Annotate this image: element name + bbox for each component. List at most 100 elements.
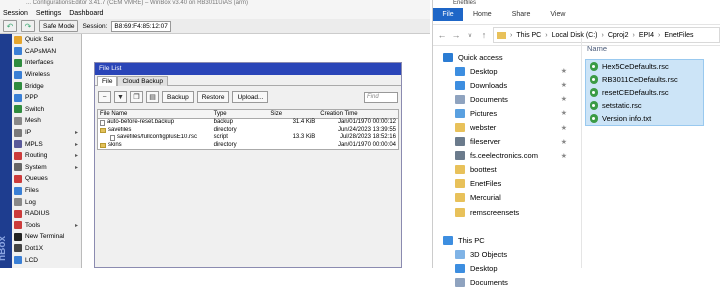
upload-button[interactable]: Upload... bbox=[232, 91, 269, 103]
cell-file-name: savefiles/fullconfigplusE10.rsc bbox=[98, 134, 212, 142]
nav-item-desktop[interactable]: Desktop ★ bbox=[433, 64, 573, 78]
cell-type: directory bbox=[213, 141, 237, 148]
chevron-down-icon[interactable]: ∨ bbox=[465, 32, 475, 39]
file-item[interactable]: Hex5CeDefaults.rsc bbox=[586, 60, 703, 73]
side-menu-item-routing[interactable]: Routing ▸ bbox=[12, 150, 81, 162]
table-row[interactable]: auto-before-reset.backup backup 31.4 KiB Ja… bbox=[98, 119, 398, 127]
side-menu-item-mesh[interactable]: Mesh bbox=[12, 115, 81, 127]
nav-item-webster[interactable]: webster ★ bbox=[433, 120, 573, 134]
ribbon-home-tab[interactable]: Home bbox=[463, 11, 502, 18]
nav-item-3d-objects[interactable]: 3D Objects bbox=[433, 247, 573, 261]
cell-creation-time: Jul/28/2023 18:52:16 bbox=[339, 134, 396, 140]
nav-item-enetfiles[interactable]: EnetFiles bbox=[433, 177, 573, 191]
side-menu-label: New Terminal bbox=[25, 233, 65, 241]
filter-icon[interactable]: ▼ bbox=[114, 91, 127, 103]
file-item-name: RB3011CeDefaults.rsc bbox=[602, 75, 678, 84]
cell-creation-time: Jun/24/2023 13:39:55 bbox=[337, 126, 396, 133]
redo-button[interactable]: ↷ bbox=[21, 20, 35, 32]
copy-icon[interactable]: ❐ bbox=[130, 91, 143, 103]
remove-icon[interactable]: − bbox=[98, 91, 111, 103]
col-size[interactable]: Size bbox=[268, 110, 318, 118]
session-field[interactable]: B8:69:F4:85:12:07 bbox=[111, 20, 171, 32]
side-menu-item-dot1x[interactable]: Dot1X bbox=[12, 243, 81, 255]
safe-mode-button[interactable]: Safe Mode bbox=[39, 20, 79, 32]
nav-item-desktop[interactable]: Desktop bbox=[433, 261, 573, 275]
table-row[interactable]: savefiles directory Jun/24/2023 13:39:55 bbox=[98, 127, 398, 135]
find-input[interactable]: Find bbox=[364, 91, 398, 103]
side-menu-item-lcd[interactable]: LCD bbox=[12, 254, 81, 266]
nav-item-boottest[interactable]: boottest bbox=[433, 163, 573, 177]
nav-item-this-pc[interactable]: This PC bbox=[433, 233, 573, 247]
side-menu-item-log[interactable]: Log bbox=[12, 196, 81, 208]
undo-button[interactable]: ↶ bbox=[3, 20, 17, 32]
nav-item-quick-access[interactable]: Quick access bbox=[433, 50, 573, 64]
winbox-menu-bar: Session Settings Dashboard bbox=[0, 7, 430, 19]
file-list: Hex5CeDefaults.rsc RB3011CeDefaults.rsc re… bbox=[585, 59, 704, 126]
tab-file[interactable]: File bbox=[97, 76, 118, 86]
cell-creation-time: Jan/01/1970 00:00:04 bbox=[337, 141, 396, 148]
winbox-toolbar: ↶ ↷ Safe Mode Session: B8:69:F4:85:12:07 bbox=[0, 19, 430, 34]
file-name-text: savefiles/fullconfigplusE10.rsc bbox=[117, 134, 198, 140]
table-row[interactable]: skins directory Jan/01/1970 00:00:04 bbox=[98, 142, 398, 150]
menu-settings[interactable]: Settings bbox=[36, 10, 61, 17]
tab-cloud-backup[interactable]: Cloud Backup bbox=[117, 76, 168, 86]
restore-button[interactable]: Restore bbox=[196, 91, 230, 103]
nav-item-label: This PC bbox=[458, 235, 485, 245]
nav-item-documents[interactable]: Documents ★ bbox=[433, 92, 573, 106]
side-menu-item-bridge[interactable]: Bridge bbox=[12, 80, 81, 92]
breadcrumb-this-pc[interactable]: This PC bbox=[516, 32, 541, 39]
side-menu-item-quick-set[interactable]: Quick Set bbox=[12, 34, 81, 46]
forward-arrow-icon[interactable]: → bbox=[451, 30, 461, 40]
side-menu-item-system[interactable]: System ▸ bbox=[12, 162, 81, 174]
col-file-name[interactable]: File Name bbox=[98, 110, 212, 118]
pin-icon: ★ bbox=[560, 124, 567, 132]
side-menu-item-ppp[interactable]: PPP bbox=[12, 92, 81, 104]
back-arrow-icon[interactable]: ← bbox=[437, 30, 447, 40]
nav-item-fs-ceelectronics-com[interactable]: fs.ceelectronics.com ★ bbox=[433, 149, 573, 163]
col-creation-time[interactable]: Creation Time bbox=[318, 110, 398, 118]
nav-item-remscreensets[interactable]: remscreensets bbox=[433, 205, 573, 219]
chevron-right-icon: ▸ bbox=[74, 164, 78, 171]
nav-item-pictures[interactable]: Pictures ★ bbox=[433, 106, 573, 120]
nav-item-fileserver[interactable]: fileserver ★ bbox=[433, 135, 573, 149]
up-arrow-icon[interactable]: ↑ bbox=[479, 30, 489, 40]
ribbon-view-tab[interactable]: View bbox=[540, 11, 575, 18]
pictures-icon bbox=[455, 108, 465, 118]
col-type[interactable]: Type bbox=[212, 110, 269, 118]
file-item[interactable]: resetCEDefaults.rsc bbox=[586, 86, 703, 99]
side-menu-item-tools[interactable]: Tools ▸ bbox=[12, 220, 81, 232]
file-item[interactable]: Version info.txt bbox=[586, 112, 703, 125]
ribbon-share-tab[interactable]: Share bbox=[502, 11, 541, 18]
side-menu-item-mpls[interactable]: MPLS ▸ bbox=[12, 138, 81, 150]
side-menu-item-ip[interactable]: IP ▸ bbox=[12, 127, 81, 139]
backup-button[interactable]: Backup bbox=[162, 91, 194, 103]
bridge-icon bbox=[14, 82, 22, 91]
nav-item-downloads[interactable]: Downloads ★ bbox=[433, 78, 573, 92]
pane-divider[interactable] bbox=[581, 38, 582, 268]
log-icon bbox=[14, 198, 22, 207]
side-menu-item-new-terminal[interactable]: New Terminal bbox=[12, 231, 81, 243]
side-menu-item-files[interactable]: Files bbox=[12, 185, 81, 197]
nav-item-mercurial[interactable]: Mercurial bbox=[433, 191, 573, 205]
side-menu-item-wireless[interactable]: Wireless bbox=[12, 69, 81, 81]
side-menu-label: Mesh bbox=[25, 117, 41, 125]
file-item[interactable]: RB3011CeDefaults.rsc bbox=[586, 73, 703, 86]
column-name-header[interactable]: Name bbox=[587, 44, 607, 53]
side-menu-item-queues[interactable]: Queues bbox=[12, 173, 81, 185]
file-name-text: savefiles bbox=[108, 126, 132, 133]
file-pane: Name Hex5CeDefaults.rsc RB3011CeDefaults.… bbox=[585, 38, 720, 268]
desktop-icon bbox=[455, 263, 465, 273]
file-item[interactable]: setstatic.rsc bbox=[586, 99, 703, 112]
side-menu-item-capsman[interactable]: CAPsMAN bbox=[12, 46, 81, 58]
table-row[interactable]: savefiles/fullconfigplusE10.rsc script 13.… bbox=[98, 134, 398, 142]
side-menu-item-switch[interactable]: Switch bbox=[12, 104, 81, 116]
nav-item-documents[interactable]: Documents bbox=[433, 276, 573, 290]
side-menu-item-interfaces[interactable]: Interfaces bbox=[12, 57, 81, 69]
ribbon-file-tab[interactable]: File bbox=[433, 8, 463, 21]
chevron-right-icon: › bbox=[510, 31, 513, 39]
side-menu-label: Interfaces bbox=[25, 59, 54, 67]
paste-icon[interactable]: ▤ bbox=[146, 91, 159, 103]
menu-session[interactable]: Session bbox=[3, 10, 28, 17]
side-menu-item-radius[interactable]: RADIUS bbox=[12, 208, 81, 220]
menu-dashboard[interactable]: Dashboard bbox=[69, 10, 103, 17]
